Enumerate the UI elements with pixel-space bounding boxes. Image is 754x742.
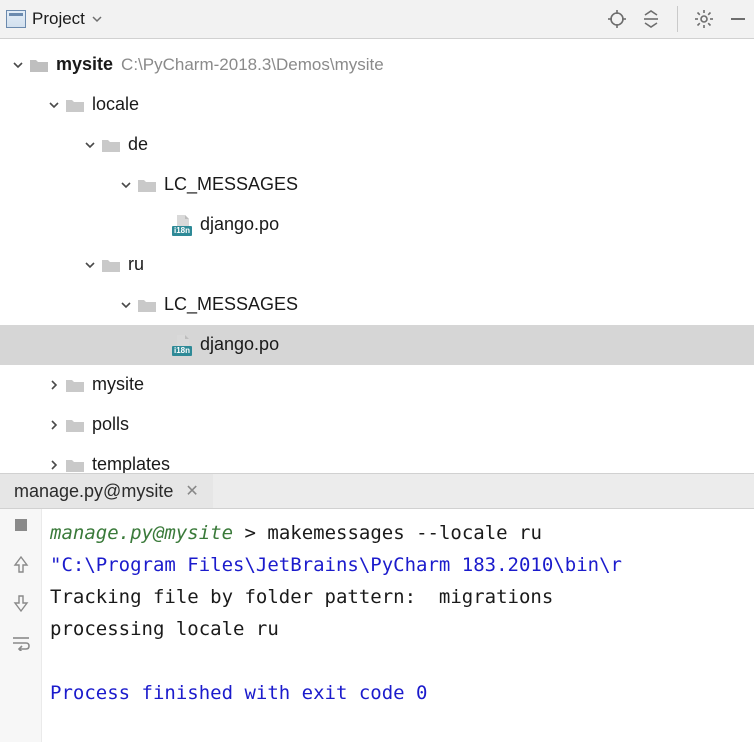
node-name: templates	[92, 454, 170, 473]
node-name: de	[128, 134, 148, 155]
i18n-file-icon: i18n	[172, 214, 194, 236]
chevron-right-icon[interactable]	[44, 378, 64, 392]
chevron-down-icon[interactable]	[44, 98, 64, 112]
node-path: C:\PyCharm-2018.3\Demos\mysite	[121, 55, 384, 75]
node-name: mysite	[92, 374, 144, 395]
console-line: processing locale ru	[50, 618, 279, 640]
run-tab[interactable]: manage.py@mysite ✕	[0, 474, 213, 508]
soft-wrap-icon[interactable]	[11, 635, 31, 651]
folder-icon	[100, 137, 122, 153]
tree-row-de[interactable]: de	[0, 125, 754, 165]
collapse-all-icon[interactable]	[641, 9, 661, 29]
up-arrow-icon[interactable]	[13, 555, 29, 573]
run-console-panel: manage.py@mysite > makemessages --locale…	[0, 508, 754, 742]
chevron-down-icon[interactable]	[116, 178, 136, 192]
folder-icon	[28, 57, 50, 73]
node-name: mysite	[56, 54, 113, 75]
folder-icon	[64, 457, 86, 473]
project-window-icon	[6, 10, 26, 28]
console-command: makemessages --locale ru	[267, 522, 542, 544]
console-line: Process finished with exit code 0	[50, 682, 428, 704]
tree-row-ru-po[interactable]: i18n django.po	[0, 325, 754, 365]
console-output[interactable]: manage.py@mysite > makemessages --locale…	[42, 509, 754, 742]
run-gutter	[0, 509, 42, 742]
tree-row-ru[interactable]: ru	[0, 245, 754, 285]
chevron-down-icon[interactable]	[91, 13, 103, 25]
gear-icon[interactable]	[694, 9, 714, 29]
node-name: locale	[92, 94, 139, 115]
folder-icon	[64, 417, 86, 433]
node-name: ru	[128, 254, 144, 275]
run-tab-bar: manage.py@mysite ✕	[0, 473, 754, 508]
console-prompt-sep: >	[244, 522, 255, 544]
console-line: Tracking file by folder pattern: migrati…	[50, 586, 553, 608]
chevron-down-icon[interactable]	[80, 138, 100, 152]
toolbar-separator	[677, 6, 678, 32]
tree-row-polls[interactable]: polls	[0, 405, 754, 445]
view-selector-label[interactable]: Project	[32, 9, 85, 29]
tree-row-locale[interactable]: locale	[0, 85, 754, 125]
chevron-right-icon[interactable]	[44, 458, 64, 472]
locate-target-icon[interactable]	[607, 9, 627, 29]
folder-icon	[64, 377, 86, 393]
tree-row-de-lc[interactable]: LC_MESSAGES	[0, 165, 754, 205]
node-name: LC_MESSAGES	[164, 294, 298, 315]
folder-icon	[136, 297, 158, 313]
tree-row-templates[interactable]: templates	[0, 445, 754, 473]
tree-row-mysite[interactable]: mysite	[0, 365, 754, 405]
node-name: django.po	[200, 214, 279, 235]
i18n-file-icon: i18n	[172, 334, 194, 356]
node-name: django.po	[200, 334, 279, 355]
stop-icon[interactable]	[13, 517, 29, 533]
project-toolbar: Project	[0, 0, 754, 39]
folder-icon	[100, 257, 122, 273]
chevron-right-icon[interactable]	[44, 418, 64, 432]
tree-row-ru-lc[interactable]: LC_MESSAGES	[0, 285, 754, 325]
project-tree[interactable]: mysite C:\PyCharm-2018.3\Demos\mysite lo…	[0, 39, 754, 473]
node-name: LC_MESSAGES	[164, 174, 298, 195]
chevron-down-icon[interactable]	[116, 298, 136, 312]
folder-icon	[136, 177, 158, 193]
run-tab-label: manage.py@mysite	[14, 481, 173, 502]
folder-icon	[64, 97, 86, 113]
down-arrow-icon[interactable]	[13, 595, 29, 613]
tree-row-root[interactable]: mysite C:\PyCharm-2018.3\Demos\mysite	[0, 45, 754, 85]
chevron-down-icon[interactable]	[8, 58, 28, 72]
tree-row-de-po[interactable]: i18n django.po	[0, 205, 754, 245]
console-line: "C:\Program Files\JetBrains\PyCharm 183.…	[50, 554, 622, 576]
hide-icon[interactable]	[728, 9, 748, 29]
node-name: polls	[92, 414, 129, 435]
close-icon[interactable]: ✕	[185, 481, 198, 501]
chevron-down-icon[interactable]	[80, 258, 100, 272]
console-prompt-context: manage.py@mysite	[50, 522, 233, 544]
